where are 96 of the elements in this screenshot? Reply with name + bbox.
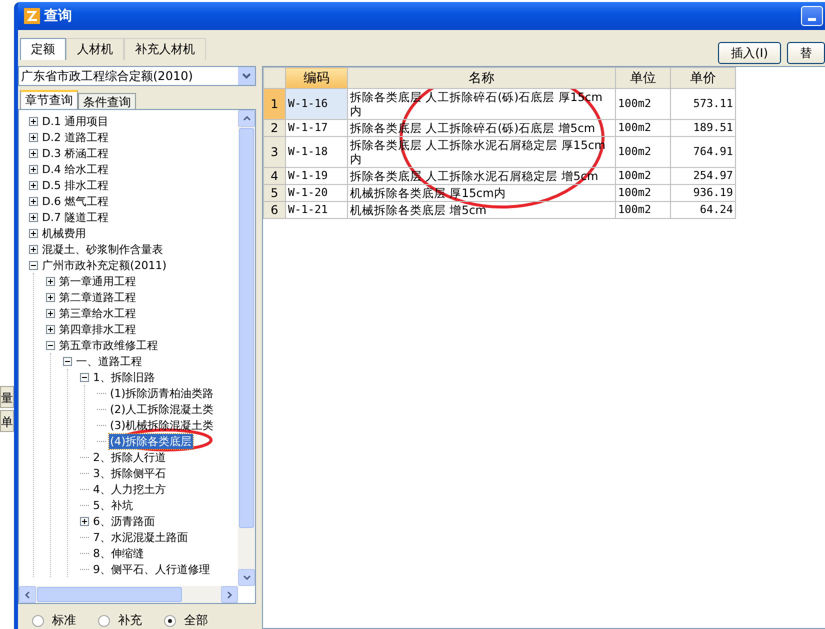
tree-item[interactable]: 混凝土、砂浆制作含量表 <box>41 242 164 256</box>
expand-icon[interactable] <box>29 148 38 158</box>
expand-icon[interactable] <box>46 308 55 318</box>
tree-item[interactable]: 第一章通用工程 <box>58 274 137 288</box>
table-cell: 100m2 <box>616 136 670 168</box>
tree-item[interactable]: 广州市政补充定额(2011) <box>41 258 168 272</box>
column-header[interactable]: 单位 <box>616 68 670 88</box>
table-cell: 64.24 <box>670 202 736 218</box>
tree-item[interactable]: (3)机械拆除混凝土类 <box>109 418 215 432</box>
expand-icon[interactable] <box>29 164 38 174</box>
column-header[interactable]: 编码 <box>286 68 348 88</box>
tree-item[interactable]: 4、人力挖土方 <box>92 482 167 496</box>
column-header[interactable]: 单价 <box>670 68 736 88</box>
tree-item[interactable]: D.6 燃气工程 <box>41 194 110 208</box>
table-cell: 573.11 <box>670 88 736 120</box>
row-header[interactable]: 4 <box>264 168 286 184</box>
collapse-icon[interactable] <box>63 356 72 366</box>
insert-button[interactable]: 插入(I) <box>718 42 781 64</box>
tab[interactable]: 定额 <box>20 38 66 60</box>
row-header[interactable]: 3 <box>264 136 286 168</box>
row-header[interactable]: 6 <box>264 202 286 218</box>
expand-icon[interactable] <box>29 116 38 126</box>
table-cell: 100m2 <box>616 184 670 202</box>
table-cell: W-1-20 <box>286 184 348 202</box>
tree-item[interactable]: D.4 给水工程 <box>41 162 110 176</box>
tree-item[interactable]: 2、拆除人行道 <box>92 450 167 464</box>
radio-option[interactable]: 标准 <box>32 612 76 629</box>
table-cell: W-1-16 <box>286 88 348 120</box>
radio-option[interactable]: 补充 <box>98 612 142 629</box>
tree-item[interactable]: (4)拆除各类底层 <box>109 434 193 448</box>
row-header[interactable]: 5 <box>264 184 286 202</box>
tree-item[interactable]: D.3 桥涵工程 <box>41 146 110 160</box>
window-title: 查询 <box>44 7 72 25</box>
app-icon <box>24 8 40 24</box>
collapse-icon[interactable] <box>46 340 55 350</box>
collapse-icon[interactable] <box>29 260 38 270</box>
tab[interactable]: 条件查询 <box>78 93 136 109</box>
tab[interactable]: 人材机 <box>66 38 124 60</box>
table-cell: 936.19 <box>670 184 736 202</box>
row-header[interactable]: 1 <box>264 88 286 120</box>
collapse-icon[interactable] <box>80 372 89 382</box>
tree-item[interactable]: 第五章市政维修工程 <box>58 338 159 352</box>
tree-item[interactable]: (2)人工拆除混凝土类 <box>109 402 215 416</box>
tree-item[interactable]: 7、水泥混凝土路面 <box>92 530 189 544</box>
tree-item[interactable]: 3、拆除侧平石 <box>92 466 167 480</box>
tree-item[interactable]: D.2 道路工程 <box>41 130 110 144</box>
vertical-scrollbar[interactable] <box>238 110 255 586</box>
table-cell: W-1-18 <box>286 136 348 168</box>
tree-item[interactable]: 第四章排水工程 <box>58 322 137 336</box>
radio-option[interactable]: 全部 <box>164 612 208 629</box>
tree-item[interactable]: D.7 隧道工程 <box>41 210 110 224</box>
table-cell: 机械拆除各类底层 增5cm <box>348 202 616 218</box>
table-cell: 254.97 <box>670 168 736 184</box>
table-cell: 189.51 <box>670 120 736 136</box>
tree-item[interactable]: 第二章道路工程 <box>58 290 137 304</box>
tree-item[interactable]: 9、侧平石、人行道修理 <box>92 562 211 576</box>
table-cell: 764.91 <box>670 136 736 168</box>
background-label: 量 <box>0 386 14 408</box>
tree-item[interactable]: 1、拆除旧路 <box>92 370 156 384</box>
tab[interactable]: 补充人材机 <box>124 38 206 60</box>
replace-button[interactable]: 替 <box>787 42 825 64</box>
tree-item[interactable]: 第三章给水工程 <box>58 306 137 320</box>
row-header[interactable]: 2 <box>264 120 286 136</box>
expand-icon[interactable] <box>46 324 55 334</box>
table-cell: 100m2 <box>616 120 670 136</box>
table-cell: W-1-21 <box>286 202 348 218</box>
table-cell: W-1-19 <box>286 168 348 184</box>
background-label: 单 <box>0 410 14 432</box>
tree-item[interactable]: D.1 通用项目 <box>41 114 110 128</box>
minimize-button[interactable] <box>801 6 823 26</box>
tree-item[interactable]: 机械费用 <box>41 226 87 240</box>
expand-icon[interactable] <box>29 212 38 222</box>
minimize-icon <box>808 18 816 21</box>
expand-icon[interactable] <box>46 292 55 302</box>
column-header[interactable]: 名称 <box>348 68 616 88</box>
table-cell: 100m2 <box>616 168 670 184</box>
expand-icon[interactable] <box>29 244 38 254</box>
tree-item[interactable]: 一、道路工程 <box>75 354 143 368</box>
tree-item[interactable]: 8、伸缩缝 <box>92 546 145 560</box>
expand-icon[interactable] <box>29 132 38 142</box>
tree-item[interactable]: 6、沥青路面 <box>92 514 156 528</box>
expand-icon[interactable] <box>80 516 89 526</box>
expand-icon[interactable] <box>29 196 38 206</box>
dropdown-icon[interactable] <box>238 67 255 85</box>
library-select[interactable]: 广东省市政工程综合定额(2010) <box>18 66 256 86</box>
expand-icon[interactable] <box>29 180 38 190</box>
tree-item[interactable]: (1)拆除沥青柏油类路 <box>109 386 215 400</box>
expand-icon[interactable] <box>46 276 55 286</box>
expand-icon[interactable] <box>29 228 38 238</box>
tree-item[interactable]: D.5 排水工程 <box>41 178 110 192</box>
tree-item[interactable]: 5、补坑 <box>92 498 134 512</box>
tab[interactable]: 章节查询 <box>20 90 78 109</box>
table-cell: 100m2 <box>616 202 670 218</box>
horizontal-scrollbar[interactable] <box>19 586 238 603</box>
table-cell: 100m2 <box>616 88 670 120</box>
table-cell: W-1-17 <box>286 120 348 136</box>
